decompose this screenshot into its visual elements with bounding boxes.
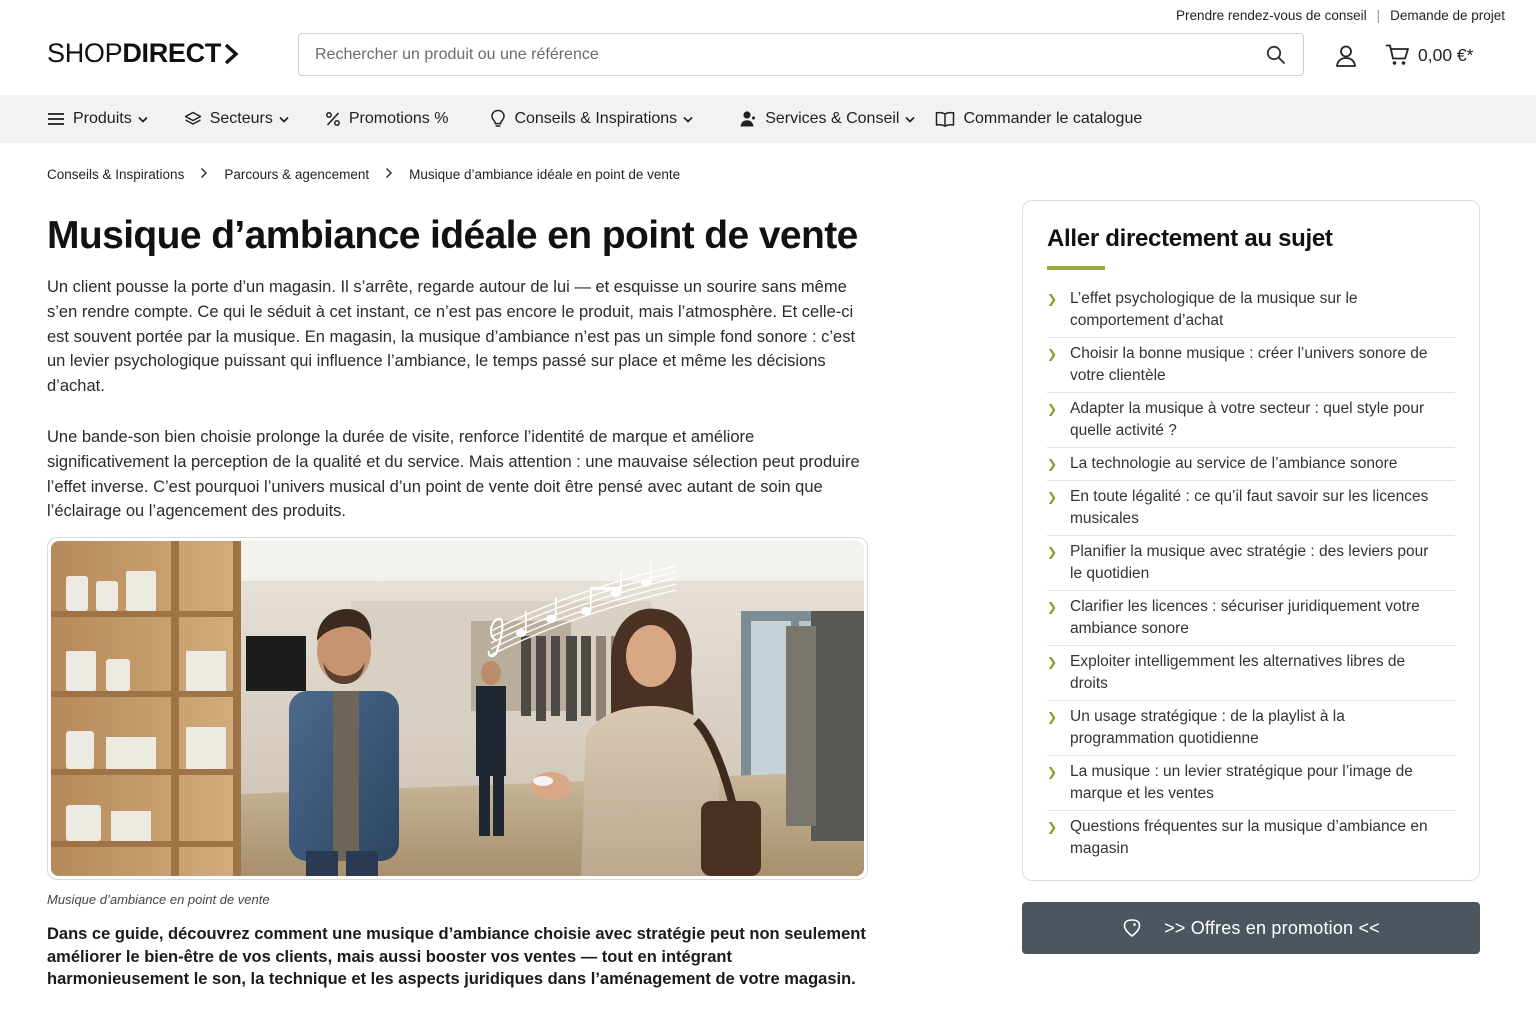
main-navigation: Produits Secteurs Promotions % Conseils …: [0, 95, 1536, 143]
chevron-right-icon: ❯: [1047, 820, 1058, 834]
book-icon: [936, 111, 955, 127]
chevron-down-icon: [683, 116, 693, 123]
cart-total: 0,00 €*: [1418, 44, 1474, 65]
chevron-right-icon: ❯: [1047, 292, 1058, 306]
page-title: Musique d’ambiance idéale en point de ve…: [47, 214, 858, 257]
toc-item[interactable]: ❯ Questions fréquentes sur la musique d’a…: [1047, 811, 1455, 865]
toc-item[interactable]: ❯ Planifier la musique avec stratégie : d…: [1047, 536, 1455, 591]
project-request-link[interactable]: Demande de projet: [1390, 8, 1505, 23]
utility-links: Prendre rendez-vous de conseil | Demande…: [1176, 8, 1505, 23]
menu-icon: [48, 113, 64, 125]
breadcrumb-current: Musique d’ambiance idéale en point de ve…: [409, 167, 681, 182]
layers-icon: [184, 111, 201, 125]
nav-label: Conseils & Inspirations: [514, 110, 678, 127]
toc-title: Aller directement au sujet: [1047, 225, 1333, 252]
chevron-right-icon: ❯: [1047, 545, 1058, 559]
promotions-button[interactable]: >> Offres en promotion <<: [1022, 902, 1480, 954]
chevron-down-icon: [905, 116, 916, 123]
toc-item[interactable]: ❯ La musique : un levier stratégique pour…: [1047, 756, 1455, 811]
toc-item[interactable]: ❯ L’effet psychologique de la musique sur…: [1047, 283, 1455, 338]
chevron-right-icon: ❯: [1047, 402, 1058, 416]
search-icon[interactable]: [1265, 44, 1287, 66]
logo-chevron-icon: [224, 43, 239, 64]
toc-item[interactable]: ❯ La technologie au service de l’ambiance…: [1047, 448, 1455, 481]
search-input[interactable]: [315, 45, 1265, 64]
toc-item[interactable]: ❯ Un usage stratégique : de la playlist à…: [1047, 701, 1455, 756]
breadcrumb: Conseils & Inspirations Parcours & agenc…: [47, 167, 680, 182]
table-of-contents: Aller directement au sujet ❯ L’effet psyc…: [1022, 200, 1480, 881]
article-paragraph: Une bande-son bien choisie prolonge la d…: [47, 428, 860, 521]
logo-text-bold: DIRECT: [122, 38, 222, 68]
chevron-right-icon: ❯: [1047, 457, 1058, 471]
breadcrumb-item[interactable]: Conseils & Inspirations: [47, 167, 184, 182]
breadcrumb-item[interactable]: Parcours & agencement: [224, 167, 369, 182]
cart-icon: [1385, 44, 1409, 65]
nav-label: Secteurs: [209, 110, 273, 127]
nav-item-produits[interactable]: Produits: [47, 110, 148, 128]
nav-label: Produits: [73, 110, 132, 127]
account-icon[interactable]: [1333, 43, 1359, 69]
search-bar: [298, 33, 1304, 76]
article-intro: Dans ce guide, découvrez comment une mus…: [47, 925, 866, 989]
article-paragraph: Un client pousse la porte d’un magasin. …: [47, 278, 856, 396]
toc-item[interactable]: ❯ Adapter la musique à votre secteur : qu…: [1047, 393, 1455, 448]
toc-item[interactable]: ❯ Clarifier les licences : sécuriser juri…: [1047, 591, 1455, 646]
site-logo[interactable]: SHOP DIRECT: [47, 38, 239, 69]
chevron-right-icon: [385, 167, 393, 182]
chevron-down-icon: [138, 116, 148, 123]
toc-item[interactable]: ❯ Choisir la bonne musique : créer l’univ…: [1047, 338, 1455, 393]
lightbulb-icon: [491, 109, 506, 127]
promotions-label: >> Offres en promotion <<: [1164, 917, 1380, 938]
nav-label: Promotions %: [348, 110, 449, 127]
chevron-right-icon: ❯: [1047, 655, 1058, 669]
toc-item[interactable]: ❯ Exploiter intelligemment les alternativ…: [1047, 646, 1455, 701]
nav-item-secteurs[interactable]: Secteurs: [184, 110, 289, 128]
nav-item-services[interactable]: Services & Conseil: [739, 110, 916, 128]
logo-text-light: SHOP: [47, 38, 123, 68]
article-image: [47, 537, 868, 880]
nav-item-promotions[interactable]: Promotions %: [325, 110, 449, 128]
chevron-right-icon: ❯: [1047, 347, 1058, 361]
chevron-right-icon: ❯: [1047, 765, 1058, 779]
utility-separator: |: [1376, 8, 1381, 23]
nav-label: Commander le catalogue: [963, 110, 1143, 127]
chevron-right-icon: ❯: [1047, 710, 1058, 724]
nav-item-catalogue[interactable]: Commander le catalogue: [935, 110, 1142, 128]
percent-icon: [325, 112, 340, 126]
toc-accent-bar: [1047, 266, 1105, 270]
chevron-right-icon: ❯: [1047, 490, 1058, 504]
store-photo: [51, 541, 864, 876]
chevron-right-icon: [200, 167, 208, 182]
cart-button[interactable]: 0,00 €*: [1385, 43, 1473, 67]
chevron-right-icon: ❯: [1047, 600, 1058, 614]
chevron-down-icon: [279, 116, 289, 123]
person-icon: [740, 111, 756, 127]
toc-list: ❯ L’effet psychologique de la musique sur…: [1047, 283, 1455, 865]
image-caption: Musique d’ambiance en point de vente: [47, 892, 270, 907]
tag-icon: [1123, 919, 1141, 937]
appointment-link[interactable]: Prendre rendez-vous de conseil: [1176, 8, 1367, 23]
nav-label: Services & Conseil: [765, 110, 900, 127]
toc-item[interactable]: ❯ En toute légalité : ce qu’il faut savoi…: [1047, 481, 1455, 536]
nav-item-conseils[interactable]: Conseils & Inspirations: [490, 109, 693, 129]
